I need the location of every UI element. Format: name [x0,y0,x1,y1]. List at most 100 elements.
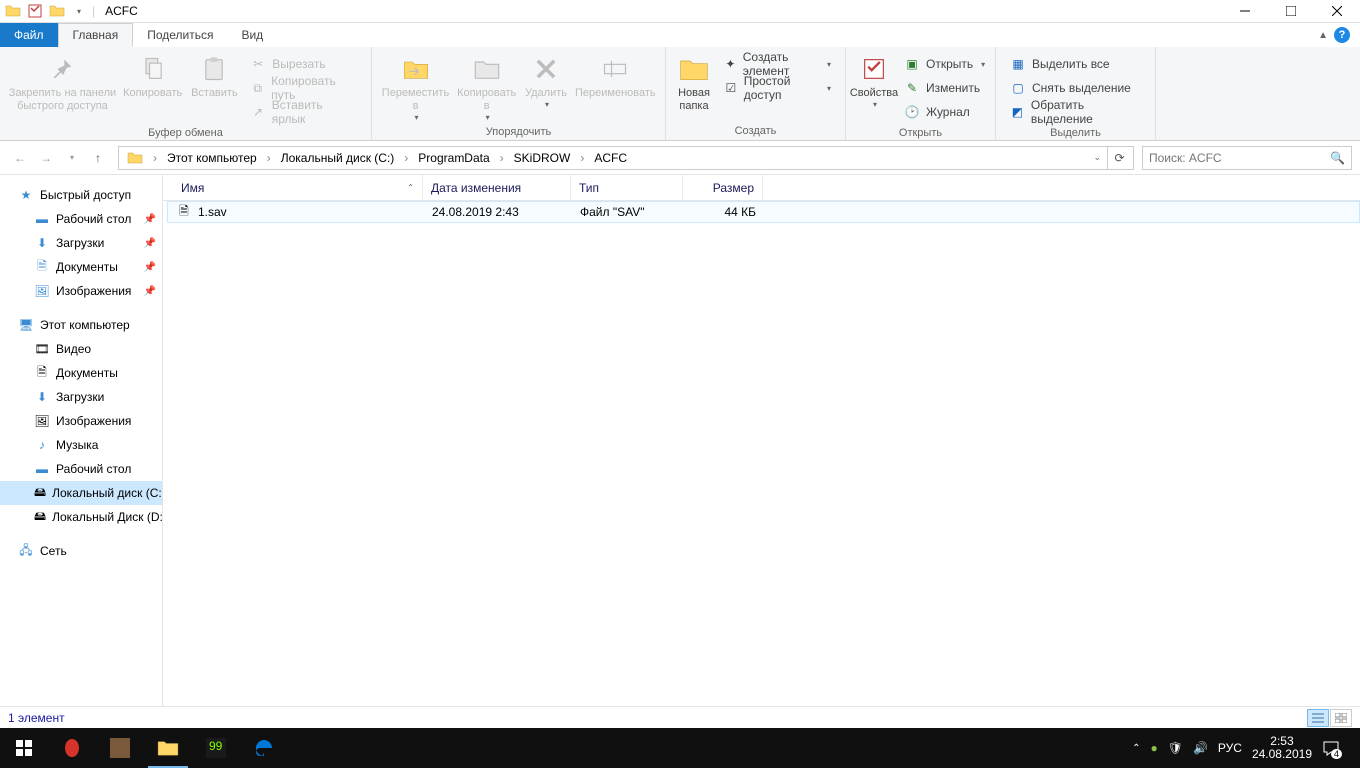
file-size: 44 КБ [684,205,764,219]
file-type: Файл "SAV" [572,205,684,219]
sidebar-desktop[interactable]: ▬Рабочий стол📌 [0,207,162,231]
move-to-icon [400,53,432,85]
pin-icon: 📌 [144,214,156,225]
desktop-icon: ▬ [34,461,50,477]
forward-button[interactable]: → [34,146,58,170]
breadcrumb[interactable]: › Этот компьютер› Локальный диск (C:)› P… [118,146,1134,170]
group-clipboard-label: Буфер обмена [0,125,371,142]
new-item-button[interactable]: ✦Создать элемент▾ [720,53,835,75]
open-button[interactable]: ▣Открыть▾ [900,53,989,75]
file-icon: 🗎 [176,204,192,220]
tray-notifications-icon[interactable]: 4 [1322,739,1340,757]
taskbar-explorer[interactable] [144,728,192,768]
minimize-button[interactable] [1222,0,1268,23]
sidebar-local-c[interactable]: 🖴Локальный диск (C:) [0,481,162,505]
tray-up-icon[interactable]: ⌃ [1132,743,1140,754]
file-list: Имя⌃ Дата изменения Тип Размер 🗎1.sav 24… [163,175,1360,706]
title-bar: ▾ | ACFC [0,0,1360,23]
copy-button[interactable]: Копировать [119,51,187,102]
breadcrumb-seg[interactable]: ProgramData [412,147,495,169]
help-icon[interactable]: ? [1334,27,1350,43]
file-name: 1.sav [198,205,227,219]
taskbar-opera[interactable] [48,728,96,768]
col-date[interactable]: Дата изменения [423,175,571,200]
sidebar-pictures[interactable]: 🖼Изображения📌 [0,279,162,303]
breadcrumb-dropdown-icon[interactable]: ⌄ [1087,147,1107,169]
sidebar-network[interactable]: 🖧Сеть [0,539,162,563]
new-folder-button[interactable]: Новая папка [672,51,716,115]
delete-button[interactable]: Удалить▾ [520,51,571,111]
up-button[interactable]: ↑ [86,146,110,170]
tray-language[interactable]: РУС [1218,741,1242,755]
tab-file[interactable]: Файл [0,23,58,47]
sidebar-pictures2[interactable]: 🖼Изображения [0,409,162,433]
col-size[interactable]: Размер [683,175,763,200]
close-button[interactable] [1314,0,1360,23]
tray-clock[interactable]: 2:53 24.08.2019 [1252,735,1312,761]
invert-icon: ◩ [1010,104,1025,120]
paste-shortcut-button[interactable]: ↗Вставить ярлык [246,101,361,123]
tab-share[interactable]: Поделиться [133,23,227,47]
sidebar-documents[interactable]: 🗎Документы📌 [0,255,162,279]
search-box[interactable]: 🔍 [1142,146,1352,170]
recent-dropdown[interactable]: ▾ [60,146,84,170]
refresh-button[interactable]: ⟳ [1107,147,1131,169]
sidebar-local-d[interactable]: 🖴Локальный Диск (D:) [0,505,162,529]
ribbon-collapse-icon[interactable]: ▲ [1318,30,1328,41]
breadcrumb-seg[interactable]: ACFC [588,147,633,169]
pin-quick-access-button[interactable]: Закрепить на панели быстрого доступа [6,51,119,115]
ribbon: Закрепить на панели быстрого доступа Коп… [0,47,1360,141]
maximize-button[interactable] [1268,0,1314,23]
sidebar-this-pc[interactable]: 🖥Этот компьютер [0,313,162,337]
file-row[interactable]: 🗎1.sav 24.08.2019 2:43 Файл "SAV" 44 КБ [167,201,1360,223]
taskbar-app2[interactable]: 99 [192,728,240,768]
view-details-button[interactable] [1307,709,1329,727]
sidebar-desktop2[interactable]: ▬Рабочий стол [0,457,162,481]
copy-to-icon [471,53,503,85]
tab-home[interactable]: Главная [58,23,134,47]
downloads-icon: ⬇ [34,389,50,405]
pictures-icon: 🖼 [34,413,50,429]
edit-button[interactable]: ✎Изменить [900,77,989,99]
start-button[interactable] [0,728,48,768]
col-name[interactable]: Имя⌃ [173,175,423,200]
documents-icon: 🗎 [34,259,50,275]
invert-selection-button[interactable]: ◩Обратить выделение [1006,101,1145,123]
tab-view[interactable]: Вид [227,23,277,47]
back-button[interactable]: ← [8,146,32,170]
select-none-button[interactable]: ▢Снять выделение [1006,77,1145,99]
qat-properties-icon[interactable] [26,2,44,20]
pc-icon[interactable] [121,147,149,169]
breadcrumb-seg[interactable]: Локальный диск (C:) [275,147,401,169]
move-to-button[interactable]: Переместить в▾ [378,51,453,124]
copy-path-button[interactable]: ⧉Копировать путь [246,77,361,99]
sidebar-documents2[interactable]: 🗎Документы [0,361,162,385]
taskbar-edge[interactable] [240,728,288,768]
breadcrumb-seg[interactable]: Этот компьютер [161,147,263,169]
cut-button[interactable]: ✂Вырезать [246,53,361,75]
select-all-button[interactable]: ▦Выделить все [1006,53,1145,75]
easy-access-button[interactable]: ☑Простой доступ▾ [720,77,835,99]
search-input[interactable] [1149,151,1330,165]
properties-button[interactable]: Свойства▾ [852,51,896,111]
sidebar-quick-access[interactable]: ★Быстрый доступ [0,183,162,207]
history-button[interactable]: 🕑Журнал [900,101,989,123]
tray-defender-icon[interactable]: 🛡 [1168,741,1183,755]
sidebar-videos[interactable]: 🎞Видео [0,337,162,361]
select-all-icon: ▦ [1010,56,1026,72]
sidebar-downloads2[interactable]: ⬇Загрузки [0,385,162,409]
sidebar-downloads[interactable]: ⬇Загрузки📌 [0,231,162,255]
copy-to-button[interactable]: Копировать в▾ [453,51,520,124]
tray-sync-icon[interactable]: ● [1150,741,1157,755]
rename-button[interactable]: Переименовать [572,51,659,102]
paste-button[interactable]: Вставить [186,51,242,102]
view-large-icons-button[interactable] [1330,709,1352,727]
paste-icon [198,53,230,85]
sidebar-music[interactable]: ♪Музыка [0,433,162,457]
pin-icon: 📌 [144,262,156,273]
qat-dropdown-icon[interactable]: ▾ [70,2,88,20]
taskbar-app[interactable] [96,728,144,768]
tray-volume-icon[interactable]: 🔊 [1193,741,1208,755]
breadcrumb-seg[interactable]: SKiDROW [508,147,577,169]
col-type[interactable]: Тип [571,175,683,200]
